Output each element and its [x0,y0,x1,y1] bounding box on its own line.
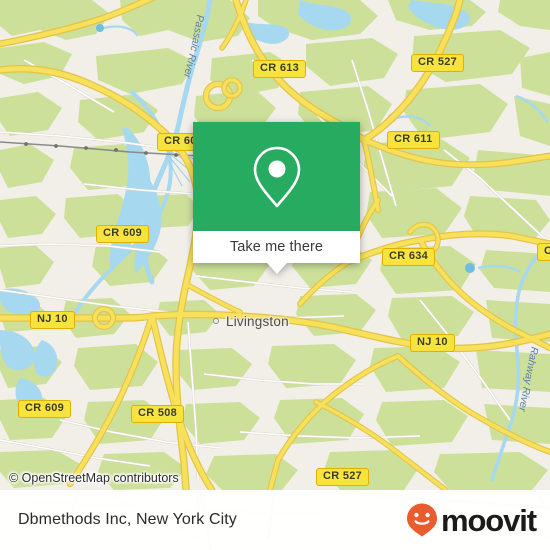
moovit-wordmark: moovit [440,502,537,538]
road-shield-clipped-right[interactable]: C [537,243,550,261]
location-popup-card[interactable]: Take me there [193,122,360,274]
popup-pointer-tail [266,263,287,274]
take-me-there-label: Take me there [229,239,324,255]
popup-action-bar[interactable]: Take me there [193,231,360,274]
road-shield-cr-527-north[interactable]: CR 527 [411,54,465,72]
road-shield-cr-613[interactable]: CR 613 [253,60,307,78]
location-title: Dbmethods Inc, New York City [18,511,237,528]
moovit-smiley-pin-icon [406,503,437,537]
road-shield-cr-611[interactable]: CR 611 [387,131,440,149]
map-pin-icon [253,146,300,207]
moovit-map-page: Passaic River Rahway River Livingston CR… [0,0,550,550]
footer-bar: Dbmethods Inc, New York City moovit [0,490,550,550]
road-shield-cr-609-upper[interactable]: CR 609 [96,225,150,243]
road-shield-cr-508[interactable]: CR 508 [131,405,185,423]
road-shield-nj-10-west[interactable]: NJ 10 [30,311,75,329]
map-attribution[interactable]: © OpenStreetMap contributors [9,471,179,485]
place-marker-livingston [213,318,219,324]
road-shield-cr-609-lower[interactable]: CR 609 [18,400,72,418]
road-shield-cr-634[interactable]: CR 634 [382,248,436,266]
road-shield-cr-527-south[interactable]: CR 527 [316,468,370,486]
road-shield-nj-10-east[interactable]: NJ 10 [410,334,455,352]
map-canvas[interactable]: Passaic River Rahway River Livingston CR… [0,0,550,490]
moovit-logo[interactable]: moovit [405,502,537,538]
popup-header [193,122,360,231]
place-label-livingston: Livingston [226,314,289,329]
